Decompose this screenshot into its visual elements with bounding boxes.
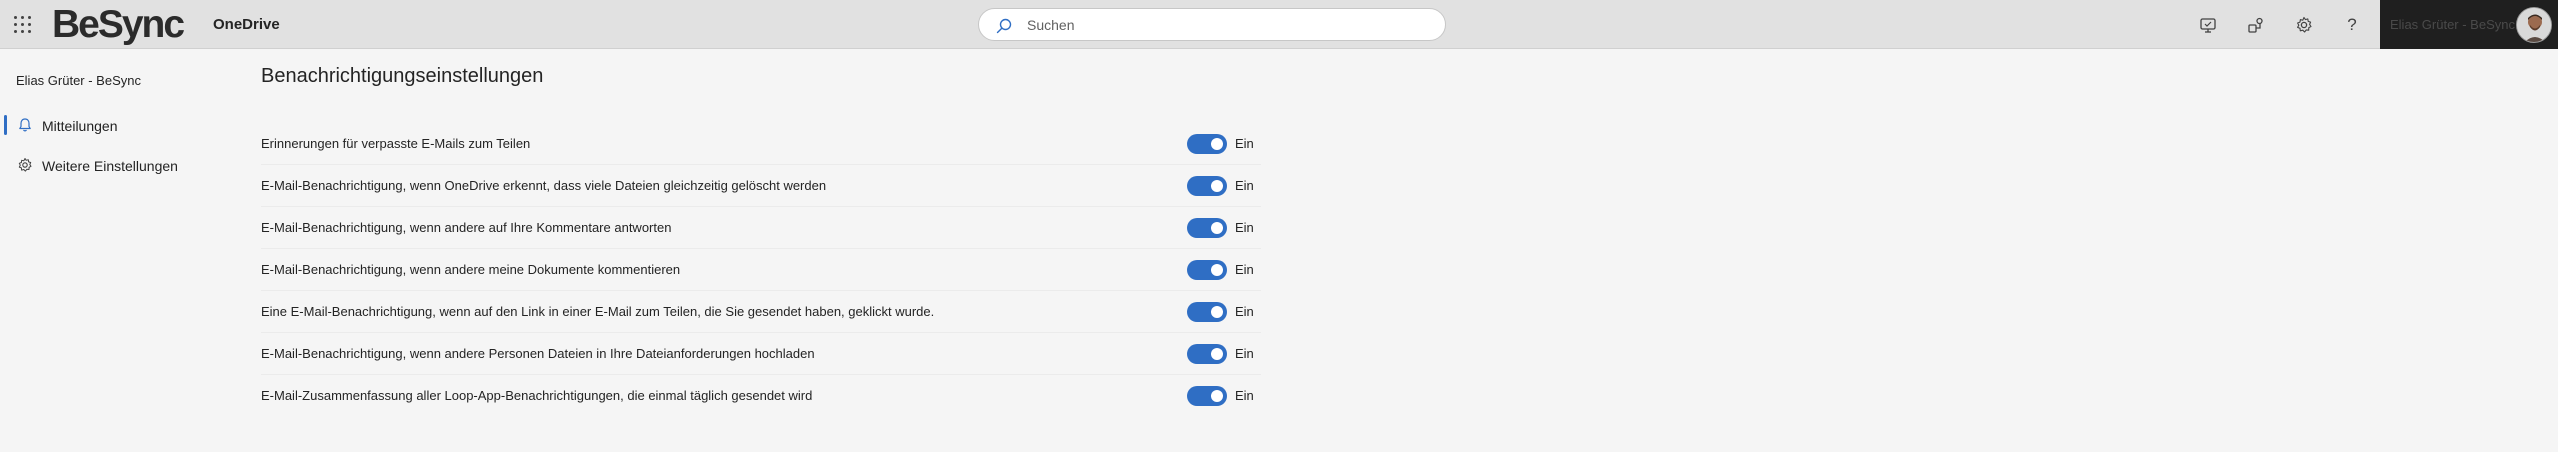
setting-label: E-Mail-Benachrichtigung, wenn andere mei… xyxy=(261,262,681,277)
search-input[interactable] xyxy=(1027,16,1427,34)
toggle-switch[interactable] xyxy=(1187,302,1227,322)
share-icon[interactable] xyxy=(2244,13,2268,37)
setting-row: Erinnerungen für verpasste E-Mails zum T… xyxy=(261,123,1261,165)
setting-row: E-Mail-Benachrichtigung, wenn andere Per… xyxy=(261,333,1261,375)
top-bar: BeSync OneDrive ? Elias Grüter - BeSync xyxy=(0,0,2558,49)
search-icon xyxy=(996,18,1012,34)
sidebar-item-more-settings[interactable]: Weitere Einstellungen xyxy=(0,151,230,179)
setting-row: E-Mail-Benachrichtigung, wenn andere auf… xyxy=(261,207,1261,249)
toggle-switch[interactable] xyxy=(1187,344,1227,364)
sidebar-item-label: Weitere Einstellungen xyxy=(42,158,178,174)
setting-row: E-Mail-Benachrichtigung, wenn andere mei… xyxy=(261,249,1261,291)
toggle-state: Ein xyxy=(1235,388,1254,403)
toggle-switch[interactable] xyxy=(1187,260,1227,280)
setting-label: E-Mail-Benachrichtigung, wenn andere Per… xyxy=(261,346,815,361)
toggle-state: Ein xyxy=(1235,136,1254,151)
toggle-state: Ein xyxy=(1235,220,1254,235)
gear-icon xyxy=(18,158,32,172)
toggle-state: Ein xyxy=(1235,178,1254,193)
setting-row: E-Mail-Benachrichtigung, wenn OneDrive e… xyxy=(261,165,1261,207)
toggle-state: Ein xyxy=(1235,262,1254,277)
setting-label: Erinnerungen für verpasste E-Mails zum T… xyxy=(261,136,531,151)
sidebar-item-notifications[interactable]: Mitteilungen xyxy=(0,111,230,139)
setting-label: Eine E-Mail-Benachrichtigung, wenn auf d… xyxy=(261,304,935,319)
toggle-switch[interactable] xyxy=(1187,218,1227,238)
account-button[interactable]: Elias Grüter - BeSync xyxy=(2380,0,2558,49)
page-title: Benachrichtigungseinstellungen xyxy=(261,65,544,87)
setting-label: E-Mail-Benachrichtigung, wenn andere auf… xyxy=(261,220,672,235)
toggle-switch[interactable] xyxy=(1187,134,1227,154)
sidebar-item-label: Mitteilungen xyxy=(42,118,118,134)
waffle-icon[interactable] xyxy=(14,16,32,34)
toggle-state: Ein xyxy=(1235,346,1254,361)
sidebar-title: Elias Grüter - BeSync xyxy=(16,73,141,88)
gear-icon[interactable] xyxy=(2292,13,2316,37)
account-name: Elias Grüter - BeSync xyxy=(2390,17,2515,32)
toggle-switch[interactable] xyxy=(1187,176,1227,196)
bell-icon xyxy=(19,118,31,132)
help-icon[interactable]: ? xyxy=(2340,13,2364,37)
toggle-switch[interactable] xyxy=(1187,386,1227,406)
setting-label: E-Mail-Benachrichtigung, wenn OneDrive e… xyxy=(261,178,827,193)
toggle-state: Ein xyxy=(1235,304,1254,319)
app-name[interactable]: OneDrive xyxy=(213,16,280,33)
setting-row: Eine E-Mail-Benachrichtigung, wenn auf d… xyxy=(261,291,1261,333)
setting-label: E-Mail-Zusammenfassung aller Loop-App-Be… xyxy=(261,388,813,403)
whiteboard-icon[interactable] xyxy=(2196,13,2220,37)
brand-logo[interactable]: BeSync xyxy=(52,3,185,47)
avatar xyxy=(2516,7,2552,43)
search-box[interactable] xyxy=(978,8,1446,41)
setting-row: E-Mail-Zusammenfassung aller Loop-App-Be… xyxy=(261,375,1261,417)
